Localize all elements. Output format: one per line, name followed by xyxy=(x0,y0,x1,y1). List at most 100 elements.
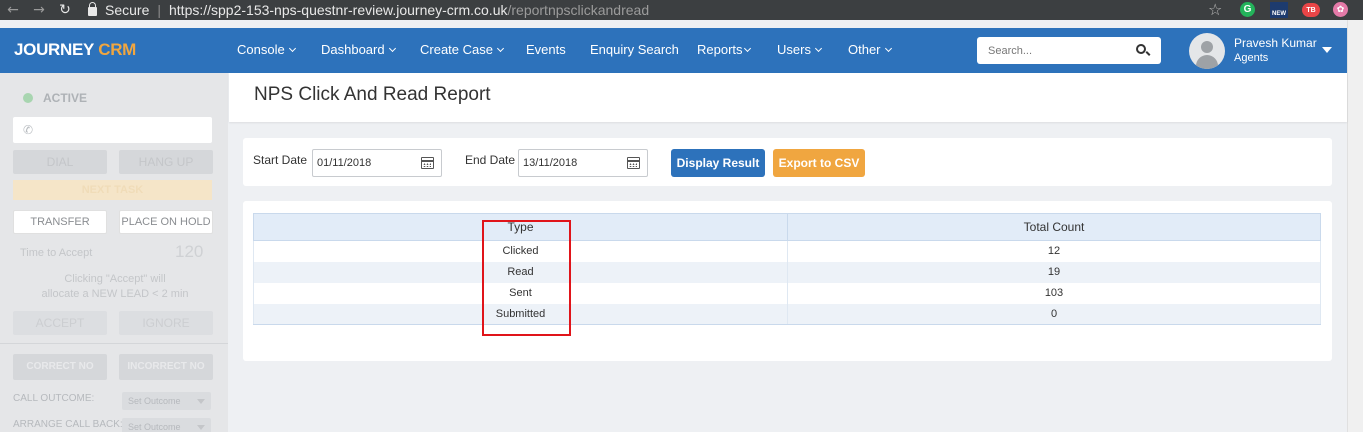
url-path: /reportnpsclickandread xyxy=(507,2,650,18)
export-csv-button[interactable]: Export to CSV xyxy=(773,149,865,177)
app-header: JOURNEY CRM Console Dashboard Create Cas… xyxy=(0,28,1347,73)
nav-events-label: Events xyxy=(526,42,566,57)
table-row: Read 19 xyxy=(253,261,1321,283)
accept-info-line-1: Clicking "Accept" will xyxy=(64,273,166,285)
url-host: https://spp2-153-nps-questnr-review.jour… xyxy=(169,2,508,18)
count-cell: 103 xyxy=(787,282,1321,304)
page-title: NPS Click And Read Report xyxy=(254,84,491,105)
arrange-call-back-label: ARRANGE CALL BACK: xyxy=(13,419,123,430)
search-input[interactable] xyxy=(977,37,1127,64)
accept-button[interactable]: ACCEPT xyxy=(13,311,107,335)
avatar-head-shape xyxy=(1201,41,1213,53)
app-logo[interactable]: JOURNEY CRM xyxy=(14,40,136,60)
nav-dashboard-label: Dashboard xyxy=(321,42,385,57)
highlight-annotation-box xyxy=(482,220,571,336)
chevron-down-icon xyxy=(388,44,396,53)
user-menu-caret-icon[interactable] xyxy=(1322,47,1332,53)
start-date-label: Start Date xyxy=(253,153,308,167)
count-cell: 0 xyxy=(787,303,1321,325)
browser-toolbar: ← → ↻ Secure | https://spp2-153-nps-ques… xyxy=(0,0,1363,20)
end-date-field xyxy=(518,149,648,177)
phone-icon: ✆ xyxy=(23,123,34,137)
reload-icon[interactable]: ↻ xyxy=(52,0,78,20)
nav-enquiry-search-label: Enquiry Search xyxy=(590,42,679,57)
nav-enquiry-search[interactable]: Enquiry Search xyxy=(590,42,679,57)
transfer-button[interactable]: TRANSFER xyxy=(13,210,107,234)
search-icon[interactable] xyxy=(1136,44,1146,54)
nav-other[interactable]: Other xyxy=(848,42,892,57)
bookmark-star-icon[interactable]: ☆ xyxy=(1208,2,1222,18)
start-date-field xyxy=(312,149,442,177)
tb-extension-icon[interactable]: TB xyxy=(1302,3,1320,17)
correct-no-button[interactable]: CORRECT NO xyxy=(13,354,107,380)
nav-other-label: Other xyxy=(848,42,881,57)
display-result-button[interactable]: Display Result xyxy=(671,149,765,177)
table-row: Clicked 12 xyxy=(253,240,1321,262)
hang-up-button[interactable]: HANG UP xyxy=(119,150,213,174)
arrange-call-back-select[interactable]: Set Outcome xyxy=(122,418,211,432)
arrange-call-back-value: Set Outcome xyxy=(128,422,181,432)
place-on-hold-button[interactable]: PLACE ON HOLD xyxy=(119,210,213,234)
end-date-label: End Date xyxy=(465,153,516,167)
end-date-input[interactable] xyxy=(519,150,619,176)
nav-console[interactable]: Console xyxy=(237,42,296,57)
call-outcome-select[interactable]: Set Outcome xyxy=(122,392,211,410)
back-arrow-icon[interactable]: ← xyxy=(0,0,26,20)
report-table: Type Total Count Clicked 12 Read 19 Sent… xyxy=(253,213,1321,325)
user-name[interactable]: Pravesh Kumar xyxy=(1234,36,1317,50)
status-dot-icon xyxy=(23,93,33,103)
calendar-icon[interactable] xyxy=(421,157,434,169)
nav-reports-label: Reports xyxy=(697,42,743,57)
chevron-down-icon xyxy=(743,44,751,53)
count-cell: 12 xyxy=(787,240,1321,262)
page-scrollbar[interactable] xyxy=(1347,20,1363,432)
table-row: Sent 103 xyxy=(253,282,1321,304)
lock-icon xyxy=(88,1,97,16)
table-header-row: Type Total Count xyxy=(253,213,1321,241)
nav-users-label: Users xyxy=(777,42,811,57)
header-search xyxy=(977,37,1161,64)
ignore-button[interactable]: IGNORE xyxy=(119,311,213,335)
start-date-input[interactable] xyxy=(313,150,413,176)
chevron-down-icon xyxy=(814,44,822,53)
time-to-accept-counter: 120 xyxy=(175,242,204,261)
incorrect-no-button[interactable]: INCORRECT NO xyxy=(119,354,213,380)
chevron-down-icon xyxy=(496,44,505,53)
page-title-bar: NPS Click And Read Report xyxy=(229,73,1347,122)
chevron-down-icon xyxy=(197,425,205,430)
avatar[interactable] xyxy=(1189,33,1225,69)
agent-sidebar: ACTIVE ✆ DIAL HANG UP NEXT TASK TRANSFER… xyxy=(0,73,228,432)
logo-accent-text: CRM xyxy=(98,40,137,59)
news-extension-icon[interactable]: NEW xyxy=(1270,2,1288,18)
flower-extension-icon[interactable]: ✿ xyxy=(1333,2,1348,17)
agent-status: ACTIVE xyxy=(43,91,88,105)
nav-users[interactable]: Users xyxy=(777,42,822,57)
nav-create-case[interactable]: Create Case xyxy=(420,42,505,57)
filter-panel: Start Date End Date Display Result Expor… xyxy=(243,138,1332,186)
sidebar-divider xyxy=(0,343,228,344)
dial-button[interactable]: DIAL xyxy=(13,150,107,174)
nav-dashboard[interactable]: Dashboard xyxy=(321,42,396,57)
nav-create-case-label: Create Case xyxy=(420,42,493,57)
calendar-icon[interactable] xyxy=(627,157,640,169)
accept-info-text: Clicking "Accept" will allocate a NEW LE… xyxy=(20,272,210,302)
nav-events[interactable]: Events xyxy=(526,42,566,57)
address-bar[interactable]: https://spp2-153-nps-questnr-review.jour… xyxy=(169,2,649,18)
time-to-accept-label: Time to Accept xyxy=(20,247,93,259)
phone-number-field[interactable]: ✆ xyxy=(13,117,212,143)
count-cell: 19 xyxy=(787,261,1321,283)
table-row: Submitted 0 xyxy=(253,303,1321,325)
nav-console-label: Console xyxy=(237,42,285,57)
nav-reports[interactable]: Reports xyxy=(697,42,751,57)
grammarly-extension-icon[interactable]: G xyxy=(1240,2,1255,17)
avatar-body-shape xyxy=(1196,55,1218,69)
column-header-total-count[interactable]: Total Count xyxy=(787,213,1321,241)
forward-arrow-icon[interactable]: → xyxy=(26,0,52,20)
url-separator: | xyxy=(157,2,161,18)
chevron-down-icon xyxy=(288,44,296,53)
accept-info-line-2: allocate a NEW LEAD < 2 min xyxy=(41,288,189,300)
results-panel: Type Total Count Clicked 12 Read 19 Sent… xyxy=(243,201,1332,361)
chevron-down-icon xyxy=(884,44,892,53)
next-task-button[interactable]: NEXT TASK xyxy=(13,180,212,200)
call-outcome-label: CALL OUTCOME: xyxy=(13,393,95,404)
